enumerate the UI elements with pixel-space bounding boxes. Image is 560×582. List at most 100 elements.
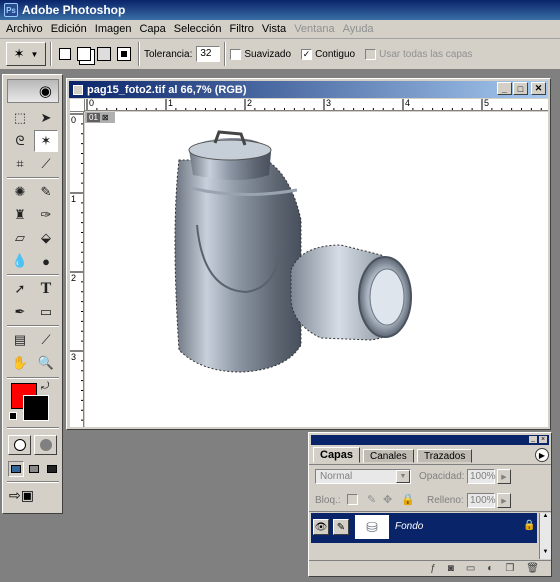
tolerance-label: Tolerancia: bbox=[144, 48, 193, 60]
swap-colors-icon[interactable]: ⤾ bbox=[41, 381, 49, 392]
default-colors-icon[interactable] bbox=[9, 412, 17, 420]
marquee-tool-icon[interactable]: ⬚ bbox=[8, 107, 32, 129]
brush-icon[interactable]: ✎ bbox=[333, 519, 349, 535]
tab-trazados[interactable]: Trazados bbox=[417, 449, 473, 463]
layers-panel: _ × Capas Canales Trazados ▶ Normal ▼ Op… bbox=[308, 432, 552, 577]
slice-badge: 01 ⊠ bbox=[85, 112, 115, 123]
paint-bucket-icon[interactable]: ⬙ bbox=[34, 227, 58, 249]
eye-icon[interactable]: 👁 bbox=[313, 519, 329, 535]
selection-subtract-icon[interactable] bbox=[97, 47, 111, 61]
layer-name: Fondo bbox=[395, 521, 424, 532]
vruler-label: 2 bbox=[71, 273, 77, 283]
path-selection-icon[interactable]: ➚ bbox=[8, 278, 32, 300]
menu-capa[interactable]: Capa bbox=[135, 23, 169, 35]
layer-style-icon[interactable]: ƒ bbox=[430, 563, 436, 574]
healing-brush-icon[interactable]: ✺ bbox=[8, 181, 32, 203]
layers-scrollbar[interactable]: ▲ ▼ bbox=[539, 513, 551, 559]
crop-tool-icon[interactable]: ⌗ bbox=[8, 153, 32, 175]
hand-tool-icon[interactable]: ✋ bbox=[8, 352, 32, 374]
magic-wand-icon: ✶ bbox=[13, 46, 25, 61]
slice-number: 01 bbox=[87, 113, 100, 122]
menu-ventana[interactable]: Ventana bbox=[290, 23, 338, 35]
milk-cans-image bbox=[174, 130, 412, 373]
antialias-checkbox[interactable] bbox=[230, 48, 242, 60]
contiguous-checkbox[interactable]: ✓ bbox=[301, 48, 313, 60]
eyedropper-tool-icon[interactable]: ⟋ bbox=[34, 329, 58, 351]
tab-canales[interactable]: Canales bbox=[363, 449, 414, 463]
new-set-icon[interactable]: ▭ bbox=[466, 563, 475, 574]
standard-mode-icon[interactable] bbox=[8, 435, 31, 455]
quickmask-mode-icon[interactable] bbox=[34, 435, 57, 455]
eraser-tool-icon[interactable]: ▱ bbox=[8, 227, 32, 249]
panel-menu-icon[interactable]: ▶ bbox=[535, 448, 549, 462]
lock-all-icon[interactable]: 🔒 bbox=[401, 493, 415, 506]
vertical-ruler[interactable]: 0 1 2 3 bbox=[70, 112, 84, 427]
new-layer-icon[interactable]: ❐ bbox=[505, 563, 514, 574]
clone-stamp-icon[interactable]: ♜ bbox=[8, 204, 32, 226]
hruler-label: 4 bbox=[405, 99, 411, 108]
pen-tool-icon[interactable]: ✒ bbox=[8, 301, 32, 323]
dodge-tool-icon[interactable]: ● bbox=[34, 250, 58, 272]
move-tool-icon[interactable]: ➤ bbox=[34, 107, 58, 129]
ruler-corner[interactable] bbox=[70, 99, 85, 112]
menu-filtro[interactable]: Filtro bbox=[225, 23, 257, 35]
selection-add-icon[interactable] bbox=[77, 47, 91, 61]
fill-label: Relleno: bbox=[427, 495, 464, 506]
vruler-label: 3 bbox=[71, 352, 77, 362]
tolerance-input[interactable]: 32 bbox=[196, 46, 221, 62]
opacity-input[interactable]: 100% bbox=[467, 469, 496, 484]
close-icon[interactable]: ✕ bbox=[531, 82, 546, 95]
lock-move-icon[interactable]: ✥ bbox=[383, 493, 392, 506]
zoom-tool-icon[interactable]: 🔍 bbox=[34, 352, 58, 374]
fill-slider-icon[interactable]: ▶ bbox=[497, 493, 511, 508]
jump-to-imageready-icon[interactable]: ⇨▣ bbox=[9, 487, 34, 504]
rectangle-tool-icon[interactable]: ▭ bbox=[34, 301, 58, 323]
selection-intersect-icon[interactable] bbox=[117, 47, 131, 61]
scroll-down-icon[interactable]: ▼ bbox=[540, 549, 551, 559]
panel-minimize-icon[interactable]: _ bbox=[529, 436, 537, 443]
notes-tool-icon[interactable]: ▤ bbox=[8, 329, 32, 351]
magic-wand-tool-icon[interactable]: ✶ bbox=[34, 130, 58, 152]
antialias-label: Suavizado bbox=[244, 48, 292, 60]
menu-archivo[interactable]: Archivo bbox=[2, 23, 47, 35]
panel-close-icon[interactable]: × bbox=[539, 436, 547, 443]
add-mask-icon[interactable]: ◙ bbox=[448, 563, 454, 574]
screen-mode-standard-icon[interactable] bbox=[8, 461, 24, 477]
menu-imagen[interactable]: Imagen bbox=[91, 23, 136, 35]
background-color-swatch[interactable] bbox=[23, 395, 49, 421]
slice-tool-icon[interactable]: ⟋ bbox=[34, 153, 58, 175]
lock-transparency-checkbox[interactable] bbox=[347, 494, 358, 505]
brush-tool-icon[interactable]: ✎ bbox=[34, 181, 58, 203]
lasso-tool-icon[interactable]: ᘓ bbox=[8, 130, 32, 152]
blur-tool-icon[interactable]: 💧 bbox=[8, 250, 32, 272]
opacity-slider-icon[interactable]: ▶ bbox=[497, 469, 511, 484]
menu-ayuda[interactable]: Ayuda bbox=[339, 23, 378, 35]
screen-mode-full-icon[interactable] bbox=[44, 461, 60, 477]
all-layers-checkbox[interactable] bbox=[365, 48, 377, 60]
image-canvas[interactable]: 01 ⊠ bbox=[85, 112, 548, 427]
layer-row[interactable]: 👁 ✎ ⛁ Fondo 🔒 bbox=[311, 513, 537, 543]
vertical-ruler-ticks bbox=[70, 113, 83, 421]
blend-mode-select[interactable]: Normal ▼ bbox=[315, 469, 411, 484]
adjustment-layer-icon[interactable]: ◐ bbox=[487, 563, 493, 574]
lock-paint-icon[interactable]: ✎ bbox=[367, 493, 376, 506]
menu-edicion[interactable]: Edición bbox=[47, 23, 91, 35]
tool-preset-picker[interactable]: ✶ ▼ bbox=[6, 42, 46, 66]
type-tool-icon[interactable]: T bbox=[34, 278, 58, 300]
screen-mode-full-menu-icon[interactable] bbox=[26, 461, 42, 477]
maximize-icon[interactable]: □ bbox=[513, 82, 528, 95]
minimize-icon[interactable]: _ bbox=[497, 82, 512, 95]
menu-seleccion[interactable]: Selección bbox=[170, 23, 226, 35]
contiguous-label: Contiguo bbox=[315, 48, 356, 60]
selection-new-icon[interactable] bbox=[59, 48, 71, 60]
history-brush-icon[interactable]: ✑ bbox=[34, 204, 58, 226]
scroll-up-icon[interactable]: ▲ bbox=[540, 513, 551, 523]
menu-vista[interactable]: Vista bbox=[258, 23, 290, 35]
trash-icon[interactable]: 🗑 bbox=[526, 563, 539, 574]
eye-logo-icon[interactable]: ◉ bbox=[7, 79, 59, 103]
tab-capas[interactable]: Capas bbox=[313, 447, 361, 463]
horizontal-ruler[interactable]: 0 1 2 3 4 5 bbox=[85, 99, 548, 111]
fill-input[interactable]: 100% bbox=[467, 493, 496, 508]
chevron-down-icon: ▼ bbox=[30, 49, 39, 59]
options-bar: ✶ ▼ Tolerancia: 32 Suavizado ✓ Contiguo U… bbox=[0, 39, 560, 70]
